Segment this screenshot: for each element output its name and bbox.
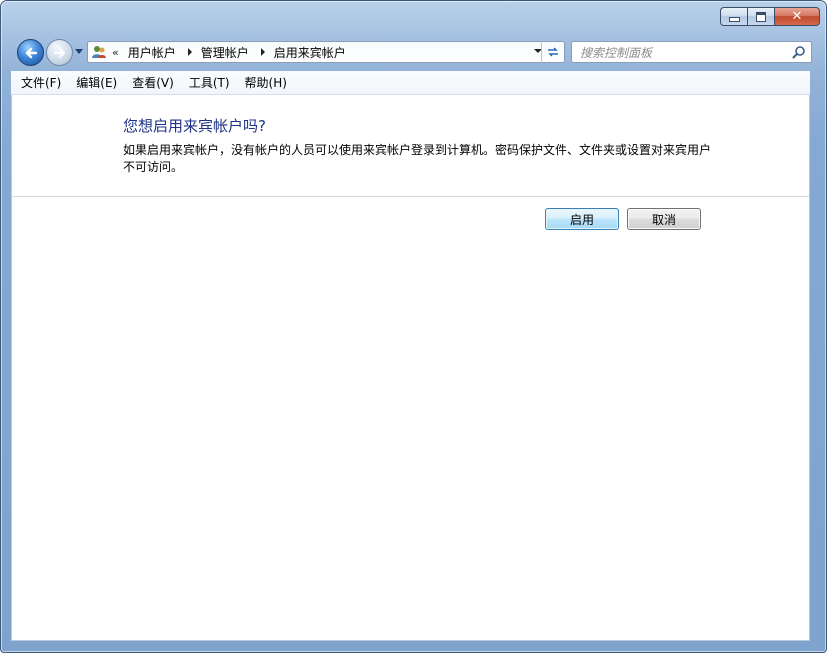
- cancel-button[interactable]: 取消: [627, 208, 701, 230]
- breadcrumb-user-accounts[interactable]: 用户帐户: [128, 44, 176, 61]
- menu-help[interactable]: 帮助(H): [240, 72, 292, 93]
- forward-arrow-icon: [53, 47, 65, 58]
- refresh-icon: [548, 47, 558, 57]
- breadcrumb-enable-guest[interactable]: 启用来宾帐户: [274, 44, 346, 61]
- search-icon[interactable]: [792, 45, 806, 59]
- content-divider: [12, 196, 809, 197]
- back-arrow-icon: [25, 47, 37, 58]
- history-dropdown-icon: [75, 49, 83, 54]
- menu-tools[interactable]: 工具(T): [184, 72, 235, 93]
- back-button[interactable]: [17, 39, 44, 66]
- content-pane: 您想启用来宾帐户吗? 如果启用来宾帐户，没有帐户的人员可以使用来宾帐户登录到计算…: [11, 95, 810, 641]
- maximize-icon: [756, 11, 766, 22]
- close-button[interactable]: ✕: [774, 7, 820, 26]
- control-panel-window: ✕ « 用户帐户 管理帐户 启用来宾帐户 搜索控制面板 文件(F) 编辑(E) …: [0, 0, 827, 653]
- search-input[interactable]: 搜索控制面板: [580, 44, 652, 61]
- minimize-icon: [728, 17, 740, 22]
- menu-edit[interactable]: 编辑(E): [71, 72, 122, 93]
- page-title: 您想启用来宾帐户吗?: [123, 117, 266, 135]
- address-overflow-chevron[interactable]: «: [112, 46, 119, 59]
- close-icon: ✕: [791, 9, 803, 24]
- user-accounts-icon: [91, 44, 107, 60]
- menu-bar: 文件(F) 编辑(E) 查看(V) 工具(T) 帮助(H): [11, 71, 810, 95]
- menu-view[interactable]: 查看(V): [127, 72, 179, 93]
- page-description: 如果启用来宾帐户，没有帐户的人员可以使用来宾帐户登录到计算机。密码保护文件、文件…: [123, 143, 712, 174]
- navigation-bar: « 用户帐户 管理帐户 启用来宾帐户 搜索控制面板: [15, 38, 812, 68]
- caption-buttons: ✕: [720, 7, 820, 28]
- maximize-button[interactable]: [747, 7, 774, 26]
- menu-file[interactable]: 文件(F): [16, 72, 66, 93]
- enable-button[interactable]: 启用: [545, 208, 619, 230]
- breadcrumb-manage-accounts[interactable]: 管理帐户: [201, 44, 249, 61]
- address-bar[interactable]: « 用户帐户 管理帐户 启用来宾帐户: [87, 41, 565, 63]
- minimize-button[interactable]: [720, 7, 747, 26]
- recent-pages-button[interactable]: [74, 47, 84, 57]
- forward-button[interactable]: [46, 39, 73, 66]
- breadcrumb-separator-icon[interactable]: [187, 48, 192, 56]
- search-box[interactable]: 搜索控制面板: [571, 41, 812, 63]
- refresh-button[interactable]: [541, 41, 564, 63]
- breadcrumb-separator-icon[interactable]: [260, 48, 265, 56]
